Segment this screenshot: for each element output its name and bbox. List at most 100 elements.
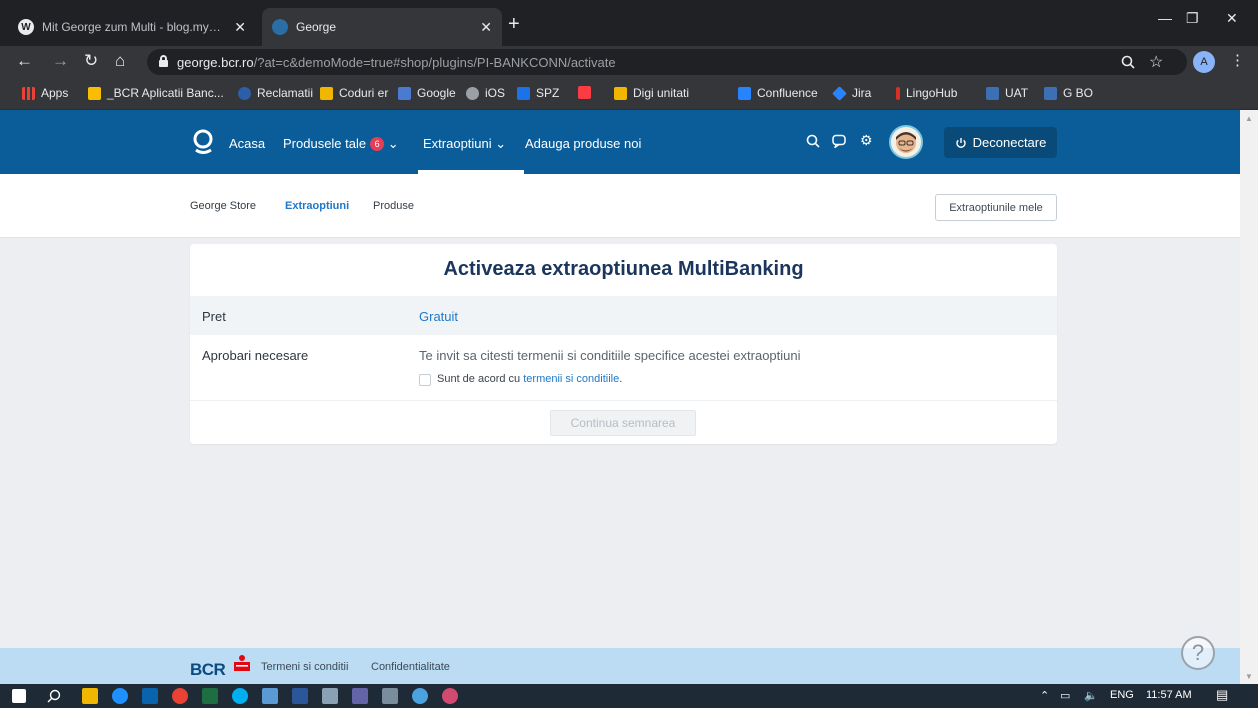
approvals-label: Aprobari necesare xyxy=(202,348,309,363)
browser-toolbar: ← → ↻ ⌂ george.bcr.ro/?at=c&demoMode=tru… xyxy=(0,46,1258,78)
avatar[interactable] xyxy=(889,125,923,159)
bookmark-lingohub[interactable]: LingoHub xyxy=(896,86,957,100)
george-logo-icon[interactable] xyxy=(190,128,216,156)
footer-link-privacy[interactable]: Confidentialitate xyxy=(371,661,450,673)
restore-icon[interactable]: ❐ xyxy=(1186,10,1199,27)
battery-icon[interactable]: ▭ xyxy=(1060,689,1070,702)
bookmark-music[interactable] xyxy=(578,86,597,99)
teams-icon[interactable] xyxy=(352,688,368,704)
word-icon[interactable] xyxy=(292,688,308,704)
bookmark-gbo[interactable]: G BO xyxy=(1044,86,1093,100)
subnav-produse[interactable]: Produse xyxy=(373,200,414,212)
power-icon xyxy=(955,137,966,148)
profile-avatar[interactable]: A xyxy=(1193,51,1215,73)
app-icon[interactable] xyxy=(262,688,278,704)
file-explorer-icon[interactable] xyxy=(82,688,98,704)
browser-tab-george[interactable]: George ✕ xyxy=(262,8,502,46)
subnav-george-store[interactable]: George Store xyxy=(190,200,256,212)
bookmark-google[interactable]: Google xyxy=(398,86,456,100)
bookmark-ios[interactable]: iOS xyxy=(466,86,505,100)
browser-tab-blog[interactable]: W Mit George zum Multi - blog.my… ✕ xyxy=(8,8,256,46)
settings-gear-icon[interactable]: ⚙ xyxy=(860,132,873,149)
excel-icon[interactable] xyxy=(202,688,218,704)
scroll-down-icon[interactable]: ▼ xyxy=(1245,672,1253,681)
google-icon xyxy=(398,86,411,100)
bookmark-coduri[interactable]: Coduri er xyxy=(320,86,388,100)
close-window-icon[interactable]: ✕ xyxy=(1226,10,1238,27)
windows-start-icon[interactable] xyxy=(12,689,26,703)
reclamatii-icon xyxy=(238,86,251,100)
paint-icon[interactable] xyxy=(442,688,458,704)
terms-checkbox-label: Sunt de acord cu termenii si conditiile. xyxy=(437,373,623,385)
apple-icon xyxy=(466,86,479,100)
jira-icon xyxy=(832,85,847,101)
price-value: Gratuit xyxy=(419,309,459,324)
new-tab-button[interactable]: + xyxy=(508,14,520,34)
chat-icon[interactable] xyxy=(832,134,846,148)
bookmark-confluence[interactable]: Confluence xyxy=(738,86,818,100)
clock[interactable]: 11:57 AM xyxy=(1146,689,1192,701)
nav-acasa[interactable]: Acasa xyxy=(229,136,265,151)
bcr-logo[interactable]: BCR xyxy=(190,660,226,680)
page-title: Activeaza extraoptiunea MultiBanking xyxy=(443,258,804,280)
lingohub-icon xyxy=(896,86,900,100)
tray-chevron-icon[interactable]: ⌃ xyxy=(1040,689,1049,702)
skype-icon[interactable] xyxy=(232,688,248,704)
page-scrollbar[interactable]: ▲ ▼ xyxy=(1240,110,1258,684)
my-options-button[interactable]: Extraoptiunile mele xyxy=(935,194,1057,221)
menu-icon[interactable]: ⋮ xyxy=(1230,51,1245,69)
bookmark-spz[interactable]: SPZ xyxy=(517,86,559,100)
outlook-icon[interactable] xyxy=(142,688,158,704)
approvals-text: Te invit sa citesti termenii si conditii… xyxy=(419,348,801,363)
bookmark-jira[interactable]: Jira xyxy=(832,85,871,101)
chrome-icon[interactable] xyxy=(172,688,188,704)
nav-extraoptiuni[interactable]: Extraoptiuni ⌄ xyxy=(423,136,506,152)
search-icon[interactable] xyxy=(806,134,820,148)
home-icon[interactable]: ⌂ xyxy=(115,51,125,71)
search-icon[interactable] xyxy=(46,688,62,704)
terms-checkbox[interactable] xyxy=(419,374,431,386)
activation-card: Activeaza extraoptiunea MultiBanking Pre… xyxy=(190,244,1057,444)
user-memoji-icon xyxy=(896,132,916,153)
sub-navigation: George Store Extraoptiuni Produse Extrao… xyxy=(0,174,1240,238)
apps-grid-icon xyxy=(22,86,35,100)
scroll-up-icon[interactable]: ▲ xyxy=(1245,114,1253,123)
bookmark-digi[interactable]: Digi unitati xyxy=(614,86,689,100)
bookmark-reclamatii[interactable]: Reclamatii xyxy=(238,86,313,100)
subnav-extraoptiuni[interactable]: Extraoptiuni xyxy=(285,200,349,212)
digi-icon xyxy=(614,86,627,100)
bookmark-uat[interactable]: UAT xyxy=(986,86,1028,100)
language-indicator[interactable]: ENG xyxy=(1110,689,1134,701)
app-icon[interactable] xyxy=(322,688,338,704)
chevron-down-icon: ⌄ xyxy=(387,136,399,151)
volume-icon[interactable]: 🔈 xyxy=(1084,689,1098,702)
george-icon xyxy=(272,19,288,35)
edge-icon[interactable] xyxy=(112,688,128,704)
url-text[interactable]: george.bcr.ro/?at=c&demoMode=true#shop/p… xyxy=(177,55,616,70)
address-bar[interactable]: george.bcr.ro/?at=c&demoMode=true#shop/p… xyxy=(147,49,1187,75)
tab-title: Mit George zum Multi - blog.my… xyxy=(42,20,221,34)
bookmark-apps[interactable]: Apps xyxy=(22,86,68,100)
minimize-icon[interactable]: — xyxy=(1158,10,1172,26)
url-host: george.bcr.ro xyxy=(177,55,254,70)
notifications-icon[interactable]: ▤ xyxy=(1216,687,1228,703)
reload-icon[interactable]: ↻ xyxy=(84,51,98,71)
close-tab-icon[interactable]: ✕ xyxy=(234,19,246,36)
products-count-badge: 6 xyxy=(370,137,385,151)
close-tab-icon[interactable]: ✕ xyxy=(480,19,492,36)
back-icon[interactable]: ← xyxy=(16,51,33,71)
star-icon[interactable]: ☆ xyxy=(1149,52,1163,72)
zoom-icon[interactable] xyxy=(1121,55,1135,69)
help-button[interactable]: ? xyxy=(1181,636,1215,670)
app-icon[interactable] xyxy=(412,688,428,704)
nav-produsele-tale[interactable]: Produsele tale 6 ⌄ xyxy=(283,136,399,152)
terms-link[interactable]: termenii si conditiile xyxy=(523,373,619,385)
footer-link-terms[interactable]: Termeni si conditii xyxy=(261,661,348,673)
bookmark-bcr-aplicatii[interactable]: _BCR Aplicatii Banc... xyxy=(88,86,224,100)
forward-icon[interactable]: → xyxy=(52,51,69,71)
continue-signing-button[interactable]: Continua semnarea xyxy=(550,410,696,436)
nav-adauga-produse[interactable]: Adauga produse noi xyxy=(525,136,641,151)
tab-title: George xyxy=(296,20,337,34)
logout-button[interactable]: Deconectare xyxy=(944,127,1057,158)
app-icon[interactable] xyxy=(382,688,398,704)
